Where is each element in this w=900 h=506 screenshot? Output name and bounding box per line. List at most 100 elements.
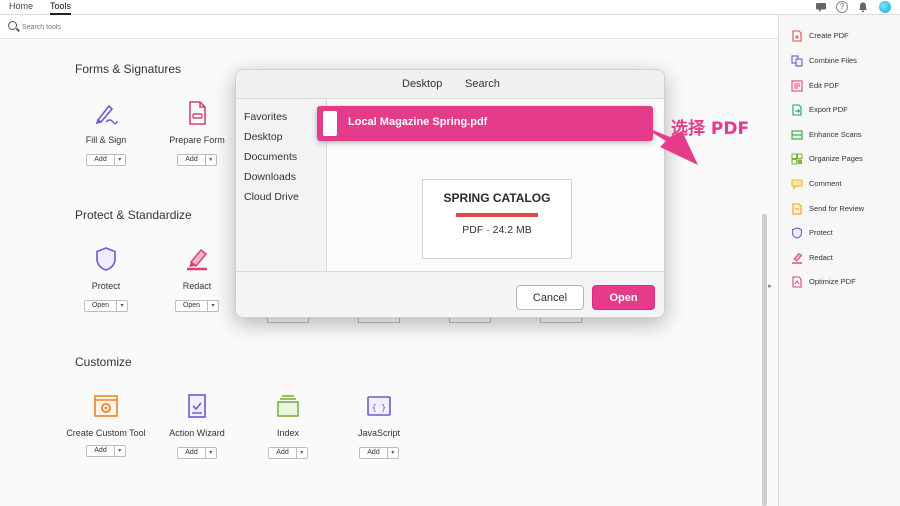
tool-label: Redact bbox=[182, 281, 212, 291]
tool-label: Index bbox=[276, 428, 300, 438]
prepare-form-icon bbox=[184, 100, 210, 126]
dialog-header: Desktop Search bbox=[236, 70, 664, 99]
panel-item-label: Enhance Scans bbox=[809, 129, 862, 139]
panel-item-label: Optimize PDF bbox=[809, 276, 856, 286]
chat-icon[interactable] bbox=[815, 1, 827, 13]
chevron-down-icon[interactable]: ▾ bbox=[117, 301, 127, 311]
help-icon[interactable]: ? bbox=[836, 1, 848, 13]
javascript-icon: { } bbox=[366, 393, 392, 419]
panel-item-label: Export PDF bbox=[809, 104, 848, 114]
dialog-footer: Cancel Open bbox=[236, 271, 664, 317]
tab-tools[interactable]: Tools bbox=[50, 0, 72, 15]
open-dropdown[interactable]: Open ▾ bbox=[83, 300, 129, 312]
selected-file-row[interactable]: Local Magazine Spring.pdf bbox=[317, 106, 653, 141]
tool-label: Protect bbox=[91, 281, 121, 291]
section-title-customize: Customize bbox=[75, 355, 132, 369]
dialog-sidebar: Favorites Desktop Documents Downloads Cl… bbox=[236, 99, 327, 271]
add-dropdown[interactable]: Add ▾ bbox=[177, 154, 217, 166]
svg-text:{ }: { } bbox=[372, 403, 386, 412]
panel-item-enhance-scans[interactable]: Enhance Scans bbox=[791, 127, 862, 141]
chevron-down-icon[interactable]: ▾ bbox=[115, 446, 125, 456]
tool-create-custom-tool[interactable]: Create Custom Tool Add ▾ bbox=[60, 393, 152, 457]
bell-icon[interactable] bbox=[857, 1, 869, 13]
open-dropdown[interactable]: Open ▾ bbox=[174, 300, 220, 312]
dropdown-label: Open bbox=[85, 301, 118, 311]
tool-fill-and-sign[interactable]: Fill & Sign Add ▾ bbox=[60, 100, 152, 166]
vertical-scrollbar[interactable] bbox=[762, 214, 767, 506]
file-icon bbox=[323, 111, 337, 136]
tool-index[interactable]: Index Add ▾ bbox=[242, 393, 334, 459]
panel-item-send-for-review[interactable]: Send for Review bbox=[791, 201, 864, 215]
panel-item-create-pdf[interactable]: Create PDF bbox=[791, 28, 849, 42]
panel-item-combine-files[interactable]: Combine Files bbox=[791, 53, 857, 67]
add-dropdown[interactable]: Add ▾ bbox=[359, 447, 399, 459]
create-pdf-icon bbox=[791, 29, 803, 42]
chevron-down-icon[interactable]: ▾ bbox=[388, 448, 398, 458]
index-icon bbox=[275, 393, 301, 419]
panel-item-redact[interactable]: Redact bbox=[791, 250, 833, 264]
cancel-button[interactable]: Cancel bbox=[516, 285, 584, 310]
tool-label: Create Custom Tool bbox=[66, 428, 146, 438]
panel-item-label: Organize Pages bbox=[809, 153, 863, 163]
edit-pdf-icon bbox=[791, 79, 803, 92]
tool-label: JavaScript bbox=[357, 428, 401, 438]
add-dropdown[interactable]: Add ▾ bbox=[86, 445, 126, 457]
sidebar-item-desktop[interactable]: Desktop bbox=[244, 131, 283, 143]
panel-item-comment[interactable]: Comment bbox=[791, 176, 842, 191]
file-preview: SPRING CATALOG PDF · 24.2 MB bbox=[422, 179, 572, 259]
top-menu-bar: Home Tools ? bbox=[0, 0, 900, 15]
preview-meta: PDF · 24.2 MB bbox=[462, 224, 532, 236]
sidebar-item-documents[interactable]: Documents bbox=[244, 151, 297, 163]
panel-item-label: Comment bbox=[809, 178, 842, 188]
fill-and-sign-icon bbox=[93, 100, 119, 126]
optimize-pdf-icon bbox=[791, 275, 803, 288]
dropdown-label: Add bbox=[360, 448, 388, 458]
dialog-tab-search[interactable]: Search bbox=[465, 78, 500, 90]
tool-prepare-form[interactable]: Prepare Form Add ▾ bbox=[151, 100, 243, 166]
dropdown-label: Open bbox=[176, 301, 209, 311]
panel-item-organize-pages[interactable]: Organize Pages bbox=[791, 151, 863, 165]
export-pdf-icon bbox=[791, 103, 803, 116]
chevron-down-icon[interactable]: ▾ bbox=[206, 155, 216, 165]
tool-protect[interactable]: Protect Open ▾ bbox=[60, 246, 152, 312]
open-button[interactable]: Open bbox=[592, 285, 655, 310]
panel-collapse-icon[interactable]: ▸ bbox=[764, 280, 776, 294]
chevron-down-icon[interactable]: ▾ bbox=[297, 448, 307, 458]
panel-item-label: Protect bbox=[809, 227, 833, 237]
sidebar-item-cloud-drive[interactable]: Cloud Drive bbox=[244, 191, 299, 203]
preview-title: SPRING CATALOG bbox=[443, 191, 551, 205]
panel-item-optimize-pdf[interactable]: Optimize PDF bbox=[791, 274, 856, 288]
tool-redact[interactable]: Redact Open ▾ bbox=[151, 246, 243, 312]
sidebar-item-favorites[interactable]: Favorites bbox=[244, 111, 287, 123]
chevron-down-icon[interactable]: ▾ bbox=[208, 301, 218, 311]
dialog-tab-desktop[interactable]: Desktop bbox=[402, 78, 442, 90]
dropdown-label: Add bbox=[87, 155, 115, 165]
panel-item-label: Send for Review bbox=[809, 203, 865, 213]
avatar[interactable] bbox=[879, 1, 891, 13]
send-for-review-icon bbox=[791, 202, 803, 215]
panel-item-export-pdf[interactable]: Export PDF bbox=[791, 102, 848, 116]
tab-home[interactable]: Home bbox=[9, 0, 33, 12]
chevron-down-icon[interactable]: ▾ bbox=[115, 155, 125, 165]
search-input[interactable] bbox=[22, 19, 322, 35]
dropdown-label: Add bbox=[178, 448, 206, 458]
section-title-forms: Forms & Signatures bbox=[75, 62, 182, 76]
preview-accent-bar bbox=[456, 213, 538, 217]
panel-item-protect[interactable]: Protect bbox=[791, 225, 833, 239]
chevron-down-icon[interactable]: ▾ bbox=[206, 448, 216, 458]
search-bar bbox=[0, 15, 778, 39]
dropdown-label: Add bbox=[87, 446, 115, 456]
tool-javascript[interactable]: { } JavaScript Add ▾ bbox=[333, 393, 425, 459]
dropdown-label: Add bbox=[178, 155, 206, 165]
add-dropdown[interactable]: Add ▾ bbox=[177, 447, 217, 459]
tool-action-wizard[interactable]: Action Wizard Add ▾ bbox=[151, 393, 243, 459]
action-wizard-icon bbox=[184, 393, 210, 419]
sidebar-item-downloads[interactable]: Downloads bbox=[244, 171, 296, 183]
tool-label: Fill & Sign bbox=[85, 135, 127, 145]
add-dropdown[interactable]: Add ▾ bbox=[268, 447, 308, 459]
panel-item-label: Redact bbox=[809, 252, 833, 262]
panel-item-edit-pdf[interactable]: Edit PDF bbox=[791, 78, 839, 92]
right-tools-panel: Create PDF Combine Files Edit PDF Export… bbox=[778, 15, 900, 506]
redact-icon bbox=[184, 246, 210, 272]
add-dropdown[interactable]: Add ▾ bbox=[86, 154, 126, 166]
